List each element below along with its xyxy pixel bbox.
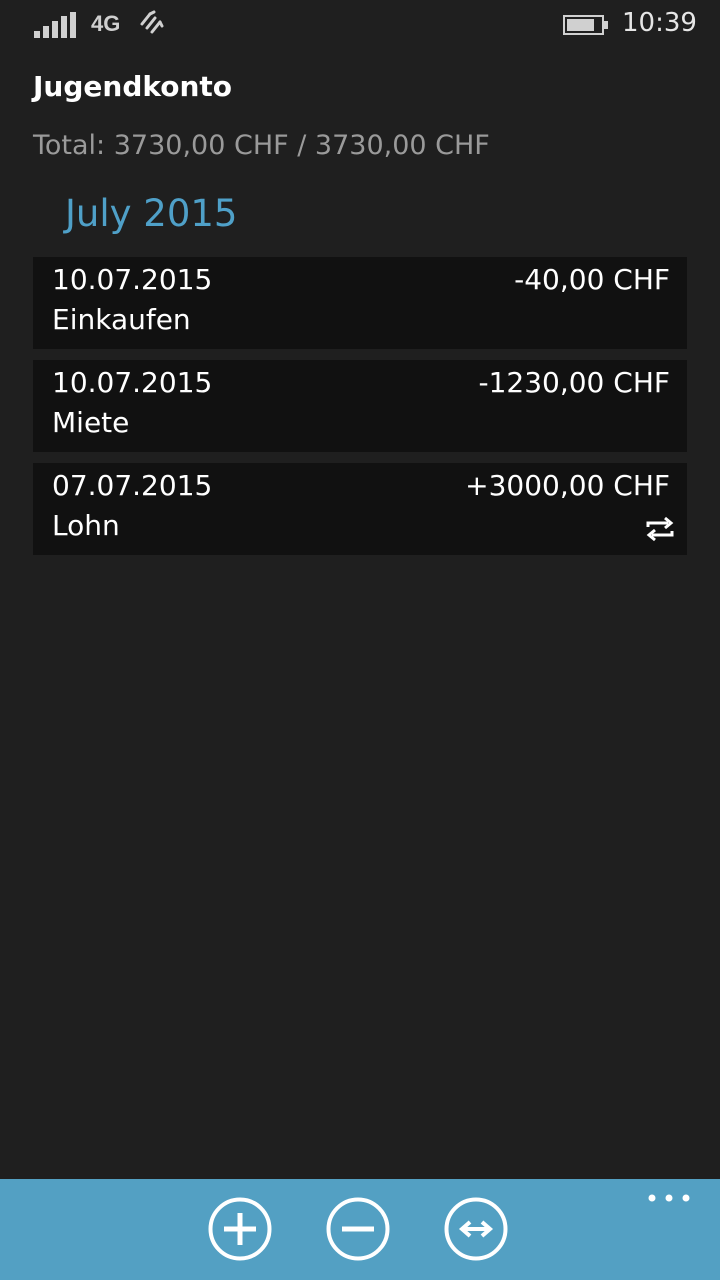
transaction-date: 10.07.2015	[52, 366, 213, 399]
transaction-amount: -40,00 CHF	[514, 263, 670, 296]
transfer-button[interactable]	[444, 1197, 508, 1261]
app-bar	[0, 1179, 720, 1280]
transaction-description: Einkaufen	[52, 303, 191, 336]
transaction-date: 07.07.2015	[52, 469, 213, 502]
add-button[interactable]	[208, 1197, 272, 1261]
transaction-date: 10.07.2015	[52, 263, 213, 296]
subtract-icon	[326, 1197, 390, 1261]
signal-strength-icon	[34, 12, 76, 38]
transaction-list: 10.07.2015 -40,00 CHF Einkaufen 10.07.20…	[33, 257, 687, 566]
transaction-item[interactable]: 10.07.2015 -40,00 CHF Einkaufen	[33, 257, 687, 349]
month-group-header[interactable]: July 2015	[65, 192, 237, 235]
transaction-description: Miete	[52, 406, 130, 439]
recurring-icon	[646, 516, 674, 542]
transaction-amount: -1230,00 CHF	[478, 366, 670, 399]
account-total: Total: 3730,00 CHF / 3730,00 CHF	[33, 130, 490, 161]
subtract-button[interactable]	[326, 1197, 390, 1261]
data-sync-icon	[140, 10, 164, 34]
transaction-item[interactable]: 10.07.2015 -1230,00 CHF Miete	[33, 360, 687, 452]
add-icon	[208, 1197, 272, 1261]
network-type: 4G	[91, 11, 121, 36]
transaction-description: Lohn	[52, 509, 120, 542]
transaction-item[interactable]: 07.07.2015 +3000,00 CHF Lohn	[33, 463, 687, 555]
status-bar: 4G 10:39	[0, 0, 720, 50]
transfer-icon	[444, 1197, 508, 1261]
transaction-amount: +3000,00 CHF	[465, 469, 670, 502]
more-icon[interactable]	[648, 1191, 690, 1205]
page-title: Jugendkonto	[33, 70, 233, 103]
clock: 10:39	[622, 8, 697, 38]
battery-icon	[563, 15, 608, 35]
